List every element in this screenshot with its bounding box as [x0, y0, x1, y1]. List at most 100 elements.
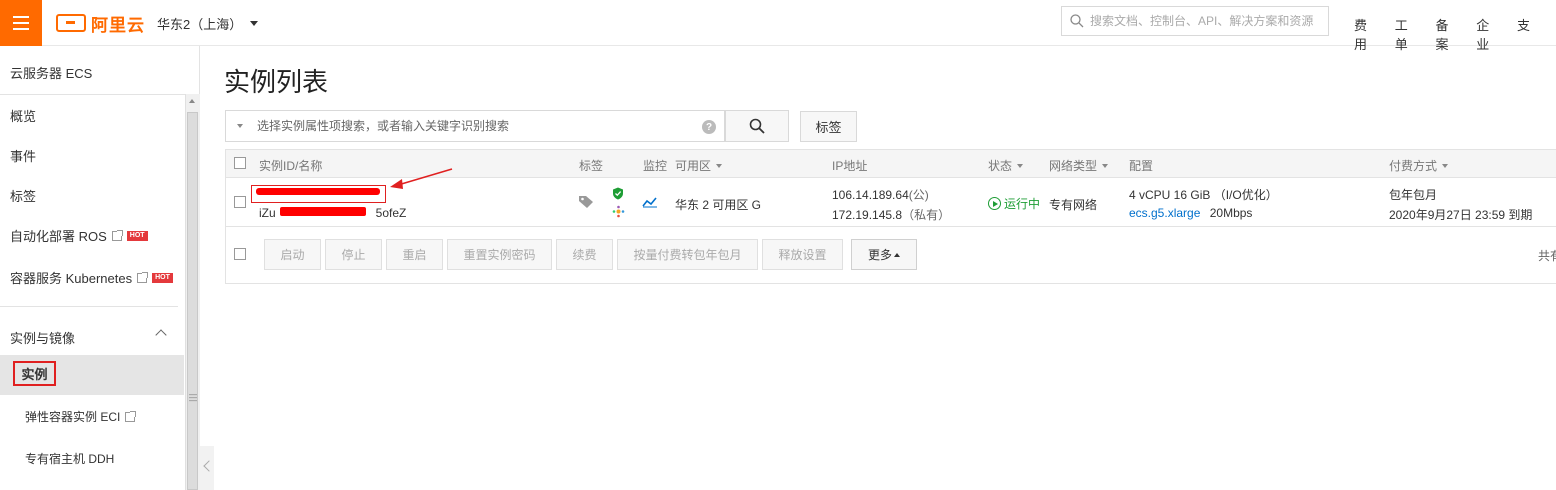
- sidebar-item-events[interactable]: 事件: [10, 146, 36, 165]
- row-checkbox[interactable]: [234, 196, 246, 208]
- hot-badge: HOT: [152, 272, 173, 283]
- batch-select-checkbox[interactable]: [234, 248, 246, 260]
- scroll-up-icon[interactable]: [189, 99, 195, 103]
- config-detail: ecs.g5.xlarge 20Mbps: [1129, 206, 1252, 220]
- scrollbar-thumb[interactable]: [187, 112, 198, 490]
- zone-value: 华东 2 可用区 G: [675, 198, 762, 212]
- column-header-status[interactable]: 状态: [988, 157, 1024, 174]
- chevron-up-icon[interactable]: [155, 329, 167, 341]
- search-button[interactable]: [725, 110, 789, 142]
- sidebar-item-label: 自动化部署 ROS: [10, 229, 107, 244]
- bandwidth-value: 20Mbps: [1209, 206, 1253, 220]
- logo-text: 阿里云: [91, 15, 145, 35]
- menu-icon[interactable]: [0, 0, 42, 46]
- monitor-chart-icon[interactable]: [642, 196, 658, 208]
- top-link-billing[interactable]: 费用: [1354, 15, 1369, 53]
- global-search-input[interactable]: [1090, 14, 1320, 28]
- top-link-support[interactable]: 支: [1517, 15, 1530, 53]
- total-count: 共有: [1538, 249, 1556, 263]
- column-header-network[interactable]: 网络类型: [1049, 157, 1109, 174]
- search-icon: [1070, 14, 1084, 28]
- sidebar-item-ddh[interactable]: 专有宿主机 DDH: [25, 450, 114, 467]
- column-header-label: 可用区: [675, 159, 712, 173]
- external-link-icon: [111, 229, 123, 241]
- sidebar-item-label: 概览: [10, 109, 37, 124]
- billing-type: 包年包月: [1389, 188, 1438, 202]
- stop-button[interactable]: 停止: [325, 239, 382, 270]
- column-header-config: 配置: [1129, 159, 1154, 173]
- filter-icon: [1102, 163, 1109, 168]
- aliyun-logo[interactable]: 阿里云: [56, 12, 145, 35]
- play-icon: [988, 197, 1001, 210]
- more-label: 更多: [867, 248, 892, 262]
- sidebar-item-eci[interactable]: 弹性容器实例 ECI: [25, 408, 137, 425]
- sort-icon: [716, 163, 723, 168]
- agent-status-icon[interactable]: [612, 205, 625, 218]
- annotation-arrow: [390, 168, 453, 189]
- column-header-billing[interactable]: 付费方式: [1389, 157, 1449, 174]
- sidebar-item-overview[interactable]: 概览: [10, 106, 36, 125]
- top-bar: 阿里云 华东2（上海） 费用 工单 备案 企业 支: [0, 0, 1556, 52]
- divider: [0, 94, 185, 95]
- column-header-id: 实例ID/名称: [259, 159, 323, 173]
- more-button[interactable]: 更多: [851, 239, 917, 270]
- release-settings-button[interactable]: 释放设置: [762, 239, 843, 270]
- sidebar-item-kubernetes[interactable]: 容器服务 Kubernetes HOT: [10, 268, 173, 287]
- ip-private-tag: （私有）: [902, 208, 951, 222]
- column-header-monitor: 监控: [643, 159, 668, 173]
- top-links: 费用 工单 备案 企业 支: [1354, 15, 1556, 53]
- billing-expiry: 2020年9月27日 23:59 到期: [1389, 208, 1533, 222]
- sidebar-item-label: 事件: [10, 149, 37, 164]
- sidebar-item-ros[interactable]: 自动化部署 ROS HOT: [10, 226, 148, 245]
- sidebar-item-tags[interactable]: 标签: [10, 186, 36, 205]
- column-header-ip: IP地址: [832, 159, 868, 173]
- tag-icon[interactable]: [578, 195, 594, 209]
- column-header-zone[interactable]: 可用区: [675, 157, 723, 174]
- sidebar: 云服务器 ECS 概览 事件 标签 自动化部署 ROS HOT 容器服务 Kub…: [0, 46, 200, 490]
- filter-input[interactable]: [257, 119, 697, 133]
- filter-icon: [1017, 163, 1024, 168]
- renew-button[interactable]: 续费: [556, 239, 613, 270]
- sidebar-item-label: 标签: [10, 189, 37, 204]
- sidebar-title: 云服务器 ECS: [10, 66, 93, 81]
- region-label: 华东2（上海）: [157, 17, 243, 32]
- hot-badge: HOT: [126, 230, 148, 241]
- highlight-box: [251, 185, 386, 203]
- filter-dropdown-icon[interactable]: [237, 124, 243, 128]
- external-link-icon: [125, 410, 137, 422]
- global-search[interactable]: [1061, 6, 1329, 36]
- select-all-checkbox[interactable]: [234, 157, 246, 169]
- column-header-tags: 标签: [579, 159, 604, 173]
- help-icon[interactable]: ?: [702, 120, 716, 134]
- start-button[interactable]: 启动: [264, 239, 321, 270]
- ip-public-value: 106.14.189.64: [832, 188, 909, 202]
- security-shield-icon[interactable]: [612, 187, 624, 200]
- sidebar-item-instances[interactable]: 实例: [13, 361, 56, 386]
- instance-type-link[interactable]: ecs.g5.xlarge: [1129, 206, 1200, 220]
- network-type-value: 专有网络: [1049, 198, 1098, 212]
- top-link-enterprise[interactable]: 企业: [1476, 15, 1491, 53]
- instance-id-suffix: 5ofeZ: [375, 206, 407, 220]
- status-badge: 运行中: [988, 195, 1040, 212]
- sidebar-item-label: 弹性容器实例 ECI: [25, 410, 121, 424]
- top-link-icp[interactable]: 备案: [1436, 15, 1451, 53]
- sidebar-collapse-handle[interactable]: [200, 446, 214, 490]
- restart-button[interactable]: 重启: [386, 239, 443, 270]
- logo-mark-icon: [56, 14, 86, 32]
- divider: [0, 306, 178, 307]
- column-header-label: 网络类型: [1049, 159, 1098, 173]
- ip-public: 106.14.189.64(公): [832, 186, 929, 203]
- tag-button[interactable]: 标签: [800, 111, 857, 142]
- reset-password-button[interactable]: 重置实例密码: [447, 239, 552, 270]
- region-selector[interactable]: 华东2（上海）: [157, 14, 259, 33]
- convert-billing-button[interactable]: 按量付费转包年包月: [617, 239, 758, 270]
- sidebar-item-label: 专有宿主机 DDH: [25, 452, 115, 466]
- top-link-tickets[interactable]: 工单: [1395, 15, 1410, 53]
- instance-table: 实例ID/名称 标签 监控 可用区 IP地址 状态 网络类型 配置 付费方式 i…: [225, 149, 1556, 284]
- sidebar-group-instances-images[interactable]: 实例与镜像: [10, 328, 75, 347]
- ip-private-value: 172.19.145.8: [832, 208, 903, 222]
- batch-actions: 启动 停止 重启 重置实例密码 续费 按量付费转包年包月 释放设置 更多 共有: [226, 228, 1556, 284]
- sidebar-item-label: 容器服务 Kubernetes: [10, 271, 133, 286]
- config-spec: 4 vCPU 16 GiB （I/O优化）: [1129, 188, 1278, 202]
- instance-filter[interactable]: ?: [225, 110, 725, 142]
